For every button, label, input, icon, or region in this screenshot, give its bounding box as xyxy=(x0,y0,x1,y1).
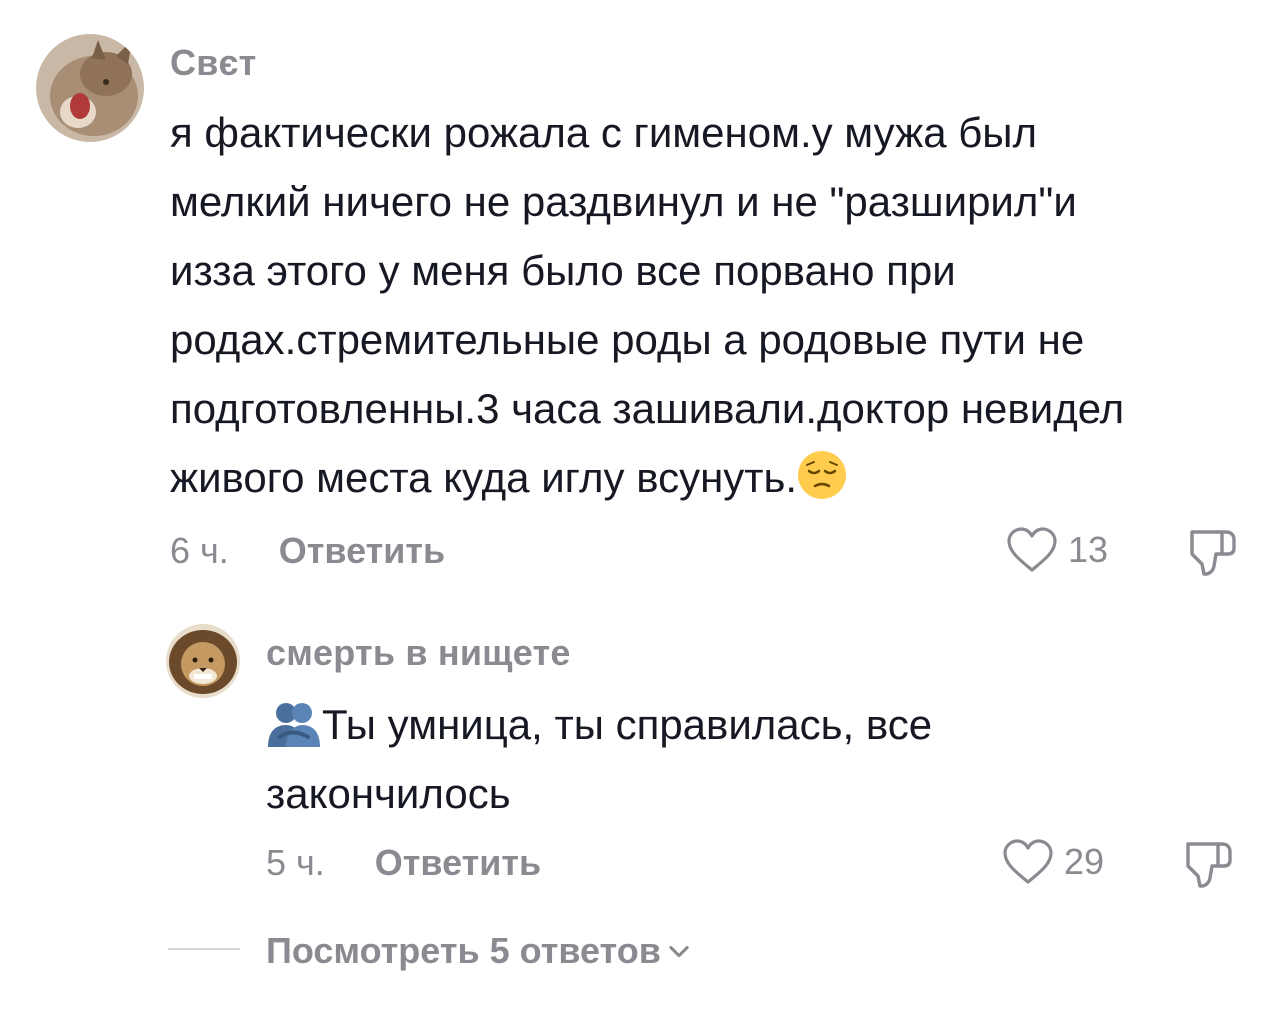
comment-meta: 6 ч. Ответить xyxy=(170,530,445,572)
comment-text-line: я фактически рожала с гименом.у мужа был xyxy=(170,109,1037,156)
view-more-label: Посмотреть 5 ответов xyxy=(266,930,661,971)
reply-timestamp: 5 ч. xyxy=(266,842,325,883)
like-button[interactable]: 13 xyxy=(1006,526,1108,574)
reply-like-button[interactable]: 29 xyxy=(1002,838,1104,886)
comment-text-last-line: живого места куда иглу всунуть. xyxy=(170,443,1250,512)
replies-divider xyxy=(168,948,240,950)
reply-button[interactable]: Ответить xyxy=(279,530,445,572)
avatar[interactable] xyxy=(36,34,144,142)
comment-text-line: изза этого у меня было все порвано при xyxy=(170,247,956,294)
reply-avatar[interactable] xyxy=(166,624,240,698)
chevron-down-icon xyxy=(669,945,689,958)
comment-username[interactable]: Свєт xyxy=(170,42,256,84)
lion-avatar-image xyxy=(166,624,240,698)
reply-text: Ты умница, ты справилась, все закончилос… xyxy=(266,690,1226,828)
heart-icon xyxy=(1007,527,1057,572)
reply-text-first-line: Ты умница, ты справилась, все xyxy=(266,690,1226,759)
pensive-face-icon xyxy=(798,451,847,499)
reply-like-count: 29 xyxy=(1064,841,1105,882)
comment-text-line: мелкий ничего не раздвинул и не "разшири… xyxy=(170,178,1077,225)
view-more-replies-button[interactable]: Посмотреть 5 ответов xyxy=(266,930,693,972)
reply-text-line: Ты умница, ты справилась, все xyxy=(322,701,933,748)
reply-to-reply-button[interactable]: Ответить xyxy=(375,842,541,884)
reply-dislike-icon[interactable] xyxy=(1182,836,1236,890)
cat-avatar-image xyxy=(36,34,144,142)
like-count: 13 xyxy=(1068,529,1109,570)
comment-text-line: родах.стремительные роды а родовые пути … xyxy=(170,316,1085,363)
dislike-icon[interactable] xyxy=(1186,524,1240,578)
comment-text: я фактически рожала с гименом.у мужа был… xyxy=(170,98,1250,512)
reply-username[interactable]: смерть в нищете xyxy=(266,632,571,674)
heart-icon xyxy=(1003,839,1053,884)
comment-text-line: живого места куда иглу всунуть. xyxy=(170,454,798,501)
comment-timestamp: 6 ч. xyxy=(170,530,229,571)
comment-text-line: подготовленны.3 часа зашивали.доктор нев… xyxy=(170,385,1125,432)
reply-text-line: закончилось xyxy=(266,770,511,817)
reply-meta: 5 ч. Ответить xyxy=(266,842,541,884)
people-hugging-icon xyxy=(268,703,320,747)
